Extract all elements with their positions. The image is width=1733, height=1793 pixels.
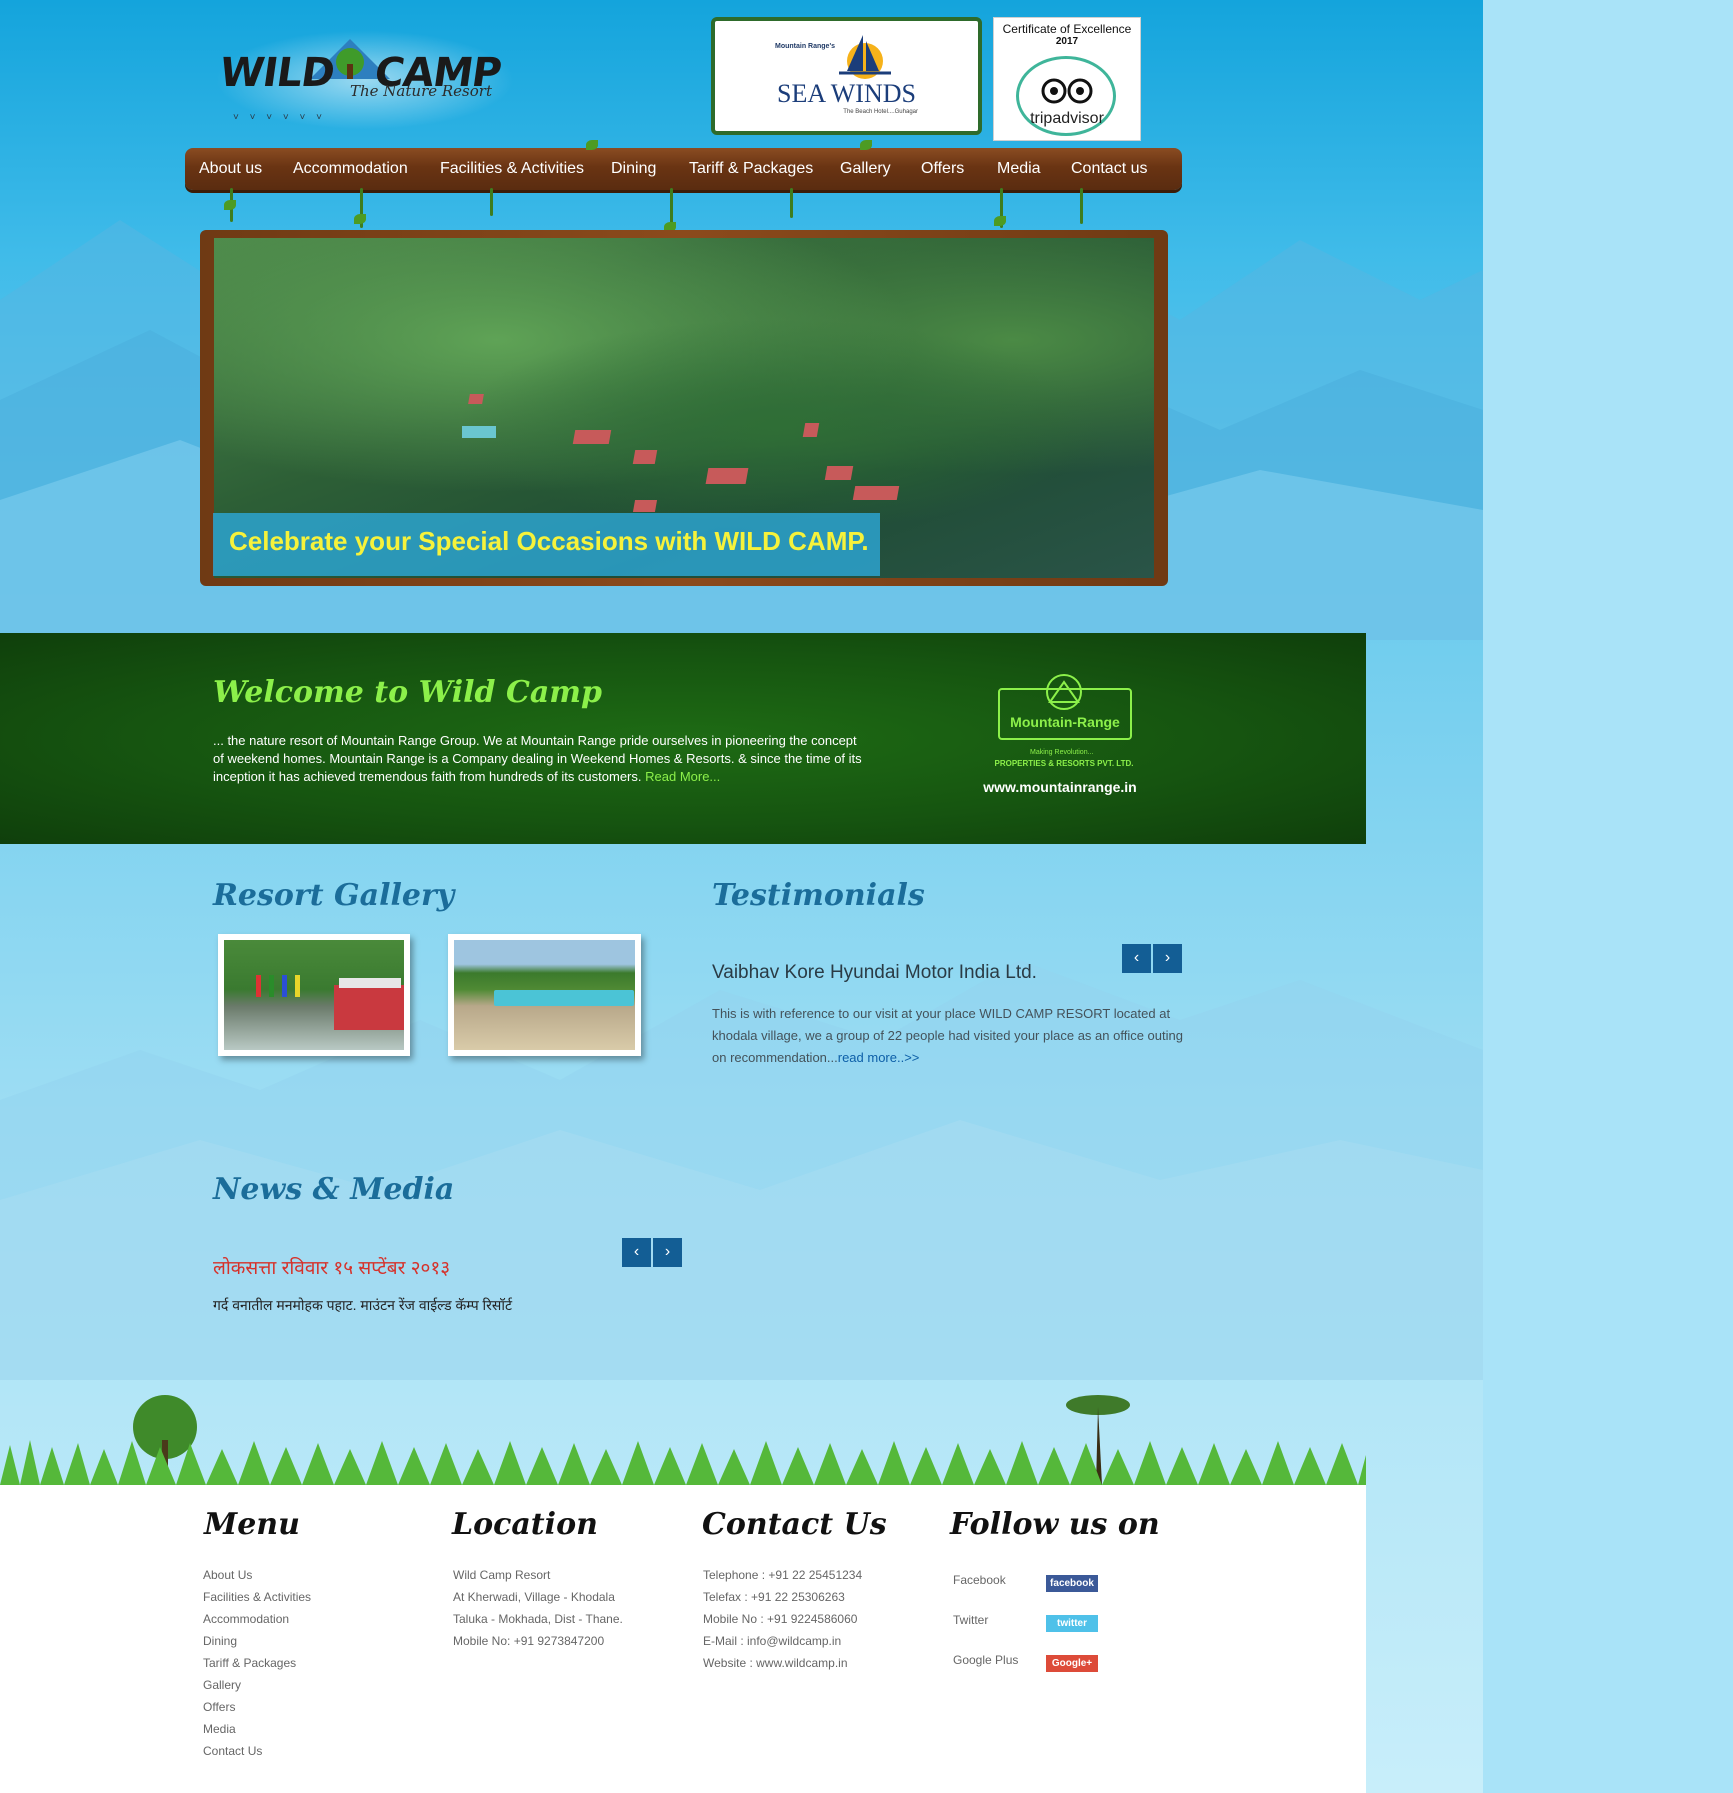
footer-follow-heading: Follow us on — [950, 1507, 1160, 1542]
footer-link-offers[interactable]: Offers — [203, 1696, 311, 1718]
site-logo[interactable]: WILD CAMP The Nature Resort ˅ ˅ ˅ ˅ ˅ ˅ — [215, 30, 515, 140]
nav-offers[interactable]: Offers — [921, 160, 964, 178]
nav-contact-us[interactable]: Contact us — [1071, 160, 1147, 178]
site-footer: Menu About Us Facilities & Activities Ac… — [0, 1485, 1366, 1793]
testimonial-body: This is with reference to our visit at y… — [712, 1006, 1183, 1065]
logo-word-wild: WILD — [216, 50, 337, 96]
seawinds-title: SEA WINDS — [777, 79, 916, 108]
nav-facilities-activities[interactable]: Facilities & Activities — [440, 160, 584, 178]
news-next-button[interactable]: › — [653, 1238, 682, 1267]
mountain-range-logo-text: Mountain-Range — [1010, 714, 1120, 730]
mountain-range-subtitle: PROPERTIES & RESORTS PVT. LTD. — [994, 759, 1134, 768]
logo-tagline: The Nature Resort — [350, 82, 492, 100]
footer-link-accommodation[interactable]: Accommodation — [203, 1608, 311, 1630]
news-text: गर्द वनातील मनमोहक पहाट. माउंटन रेंज वाई… — [213, 1297, 513, 1313]
nav-dining[interactable]: Dining — [611, 160, 656, 178]
location-line: Mobile No: +91 9273847200 — [453, 1634, 605, 1648]
main-nav: About us Accommodation Facilities & Acti… — [185, 148, 1182, 190]
mountain-range-slogan: Making Revolution... — [1030, 749, 1094, 756]
news-headline[interactable]: लोकसत्ता रविवार १५ सप्टेंबर २०१३ — [213, 1254, 450, 1280]
seawinds-small-text: Mountain Range's — [775, 43, 835, 50]
gallery-heading: Resort Gallery — [213, 878, 455, 913]
welcome-section: Welcome to Wild Camp ... the nature reso… — [0, 633, 1366, 844]
facebook-icon[interactable]: facebook — [1046, 1575, 1098, 1592]
sailboat-icon — [839, 35, 891, 79]
news-prev-button[interactable]: ‹ — [622, 1238, 651, 1267]
contact-mobile: Mobile No : +91 9224586060 — [703, 1612, 858, 1626]
twitter-icon[interactable]: twitter — [1046, 1615, 1098, 1632]
contact-telefax: Telefax : +91 22 25306263 — [703, 1590, 845, 1604]
footer-contact-heading: Contact Us — [702, 1507, 887, 1542]
hero-caption[interactable]: Celebrate your Special Occasions with WI… — [213, 513, 880, 576]
mountain-range-logo[interactable]: Mountain-Range — [998, 674, 1132, 740]
location-line: At Kherwadi, Village - Khodala — [453, 1590, 615, 1604]
nav-gallery[interactable]: Gallery — [840, 160, 891, 178]
hero-caption-text: Celebrate your Special Occasions with WI… — [229, 526, 869, 556]
testimonial-author: Vaibhav Kore Hyundai Motor India Ltd. — [712, 962, 1037, 983]
facebook-label[interactable]: Facebook — [953, 1573, 1006, 1587]
contact-email[interactable]: E-Mail : info@wildcamp.in — [703, 1630, 862, 1652]
seawinds-badge[interactable]: Mountain Range's SEA WINDS The Beach Hot… — [711, 17, 982, 135]
footer-link-media[interactable]: Media — [203, 1718, 311, 1740]
tripadvisor-wordmark: tripadvisor — [1030, 110, 1104, 127]
nav-about-us[interactable]: About us — [199, 160, 262, 178]
testimonials-prev-button[interactable]: ‹ — [1122, 944, 1151, 973]
footer-contact-list: Telephone : +91 22 25451234 Telefax : +9… — [703, 1564, 862, 1674]
contact-website[interactable]: Website : www.wildcamp.in — [703, 1652, 862, 1674]
page-side-background — [1483, 0, 1733, 1793]
footer-menu-list: About Us Facilities & Activities Accommo… — [203, 1564, 311, 1762]
tripadvisor-cert-text: Certificate of Excellence — [1002, 22, 1132, 36]
testimonials-heading: Testimonials — [712, 878, 925, 913]
testimonial-text: This is with reference to our visit at y… — [712, 1003, 1192, 1069]
birds-icon: ˅ ˅ ˅ ˅ ˅ ˅ — [233, 112, 326, 123]
welcome-body: ... the nature resort of Mountain Range … — [213, 733, 862, 784]
gallery-photo-1[interactable] — [218, 934, 410, 1056]
nav-media[interactable]: Media — [997, 160, 1041, 178]
welcome-read-more-link[interactable]: Read More... — [645, 769, 720, 784]
location-line: Wild Camp Resort — [453, 1568, 551, 1582]
location-line: Taluka - Mokhada, Dist - Thane. — [453, 1612, 623, 1626]
mountain-range-emblem-icon — [1046, 674, 1082, 710]
owl-icon — [1041, 78, 1093, 104]
grass-decoration — [0, 1395, 1366, 1485]
footer-location-list: Wild Camp Resort At Kherwadi, Village - … — [453, 1564, 623, 1652]
footer-location-heading: Location — [452, 1507, 598, 1542]
testimonial-read-more-link[interactable]: read more..>> — [838, 1050, 920, 1065]
contact-telephone: Telephone : +91 22 25451234 — [703, 1568, 863, 1582]
tripadvisor-year: 2017 — [1055, 36, 1079, 47]
google-plus-icon[interactable]: Google+ — [1046, 1655, 1098, 1672]
page: WILD CAMP The Nature Resort ˅ ˅ ˅ ˅ ˅ ˅ … — [0, 0, 1483, 1793]
welcome-title: Welcome to Wild Camp — [213, 675, 603, 710]
nav-tariff-packages[interactable]: Tariff & Packages — [689, 160, 813, 178]
seawinds-tagline: The Beach Hotel....Guhagar — [843, 109, 918, 115]
footer-link-tariff[interactable]: Tariff & Packages — [203, 1652, 311, 1674]
footer-link-dining[interactable]: Dining — [203, 1630, 311, 1652]
mountain-range-url[interactable]: www.mountainrange.in — [960, 779, 1160, 795]
nav-accommodation[interactable]: Accommodation — [293, 160, 408, 178]
footer-link-about-us[interactable]: About Us — [203, 1564, 311, 1586]
gallery-photo-2[interactable] — [448, 934, 641, 1056]
google-plus-label[interactable]: Google Plus — [953, 1653, 1018, 1667]
news-arrows: ‹ › — [622, 1238, 683, 1267]
footer-menu-heading: Menu — [204, 1507, 300, 1542]
footer-link-gallery[interactable]: Gallery — [203, 1674, 311, 1696]
news-heading: News & Media — [213, 1172, 455, 1207]
footer-link-facilities[interactable]: Facilities & Activities — [203, 1586, 311, 1608]
welcome-text: ... the nature resort of Mountain Range … — [213, 732, 863, 786]
twitter-label[interactable]: Twitter — [953, 1613, 988, 1627]
testimonials-arrows: ‹ › — [1122, 944, 1183, 973]
testimonials-next-button[interactable]: › — [1153, 944, 1182, 973]
tripadvisor-badge[interactable]: Certificate of Excellence 2017 tripadvis… — [993, 17, 1141, 141]
footer-link-contact-us[interactable]: Contact Us — [203, 1740, 311, 1762]
